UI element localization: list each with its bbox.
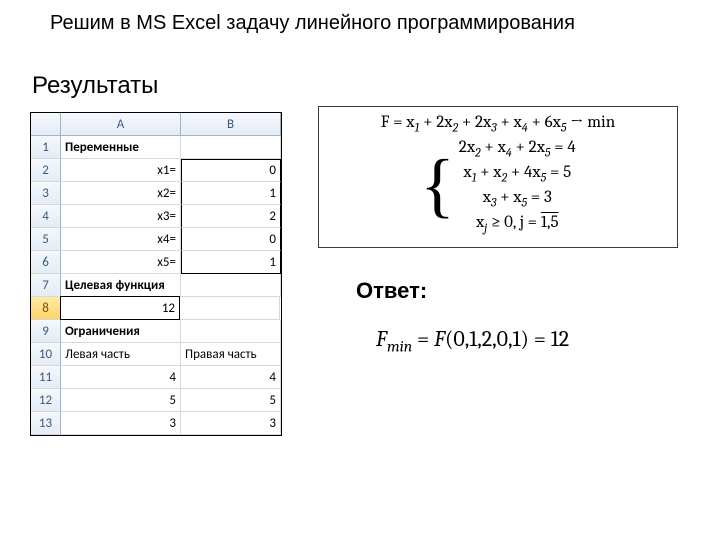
table-row: 6 x5= 1 [31, 251, 281, 274]
row-number: 13 [31, 412, 61, 435]
problem-formulation: F = x1 + 2x2 + 2x3 + x4 + 6x5 → min { 2x… [318, 106, 678, 248]
table-row: 13 3 3 [31, 412, 281, 435]
answer-heading: Ответ: [356, 278, 427, 304]
row-number: 9 [31, 320, 61, 343]
table-row: 2 x1= 0 [31, 159, 281, 182]
excel-screenshot: A B 1 Переменные 2 x1= 0 3 x2= 1 4 x3= 2… [30, 112, 282, 436]
constraint-3: x3 + x5 = 3 [483, 187, 552, 212]
table-row: 9 Ограничения [31, 320, 281, 343]
cell: x1= [61, 159, 181, 182]
table-row: 12 5 5 [31, 389, 281, 412]
cell [180, 297, 280, 320]
row-number: 8 [31, 297, 61, 320]
table-row: 11 4 4 [31, 366, 281, 389]
cell: 1 [181, 251, 281, 274]
cell [181, 136, 281, 159]
cell: Правая часть [181, 343, 281, 366]
row-number: 7 [31, 274, 61, 297]
slide-title: Решим в MS Excel задачу линейного програ… [50, 12, 575, 35]
table-row: 3 x2= 1 [31, 182, 281, 205]
cell: x3= [61, 205, 181, 228]
cell: 3 [61, 412, 181, 435]
row-number: 3 [31, 182, 61, 205]
table-row: 10 Левая часть Правая часть [31, 343, 281, 366]
cell: 0 [181, 159, 281, 182]
cell: Ограничения [61, 320, 181, 343]
row-number: 6 [31, 251, 61, 274]
excel-header-row: A B [31, 113, 281, 136]
table-row: 4 x3= 2 [31, 205, 281, 228]
cell: x5= [61, 251, 181, 274]
cell: x2= [61, 182, 181, 205]
table-row: 7 Целевая функция [31, 274, 281, 297]
cell [181, 274, 281, 297]
select-all-corner [31, 113, 61, 136]
brace-icon: { [420, 149, 455, 221]
cell: x4= [61, 228, 181, 251]
row-number: 12 [31, 389, 61, 412]
row-number: 2 [31, 159, 61, 182]
cell: Переменные [61, 136, 181, 159]
cell: Левая часть [61, 343, 181, 366]
cell: 5 [181, 389, 281, 412]
row-number: 11 [31, 366, 61, 389]
table-row: 1 Переменные [31, 136, 281, 159]
table-row: 5 x4= 0 [31, 228, 281, 251]
results-heading: Результаты [32, 72, 158, 100]
table-row: 8 12 [31, 297, 281, 320]
row-number: 10 [31, 343, 61, 366]
cell: 2 [181, 205, 281, 228]
constraint-2: x1 + x2 + 4x5 = 5 [463, 162, 571, 187]
cell: 1 [181, 182, 281, 205]
row-number: 1 [31, 136, 61, 159]
cell: 0 [181, 228, 281, 251]
cell: 3 [181, 412, 281, 435]
cell-active: 12 [60, 296, 180, 320]
cell: 4 [181, 366, 281, 389]
col-header-A: A [61, 113, 181, 136]
objective-function: F = x1 + 2x2 + 2x3 + x4 + 6x5 → min [327, 113, 669, 135]
row-number: 5 [31, 228, 61, 251]
cell [181, 320, 281, 343]
answer-formula: Fmin = F(0,1,2,0,1) = 12 [376, 326, 569, 355]
constraint-1: 2x2 + x4 + 2x5 = 4 [459, 137, 576, 162]
cell: Целевая функция [61, 274, 181, 297]
constraint-system: 2x2 + x4 + 2x5 = 4 x1 + x2 + 4x5 = 5 x3 … [459, 137, 576, 237]
cell: 5 [61, 389, 181, 412]
constraint-nonneg: xj ≥ 0, j = 1,5 [476, 212, 559, 237]
col-header-B: B [181, 113, 281, 136]
row-number: 4 [31, 205, 61, 228]
cell: 4 [61, 366, 181, 389]
